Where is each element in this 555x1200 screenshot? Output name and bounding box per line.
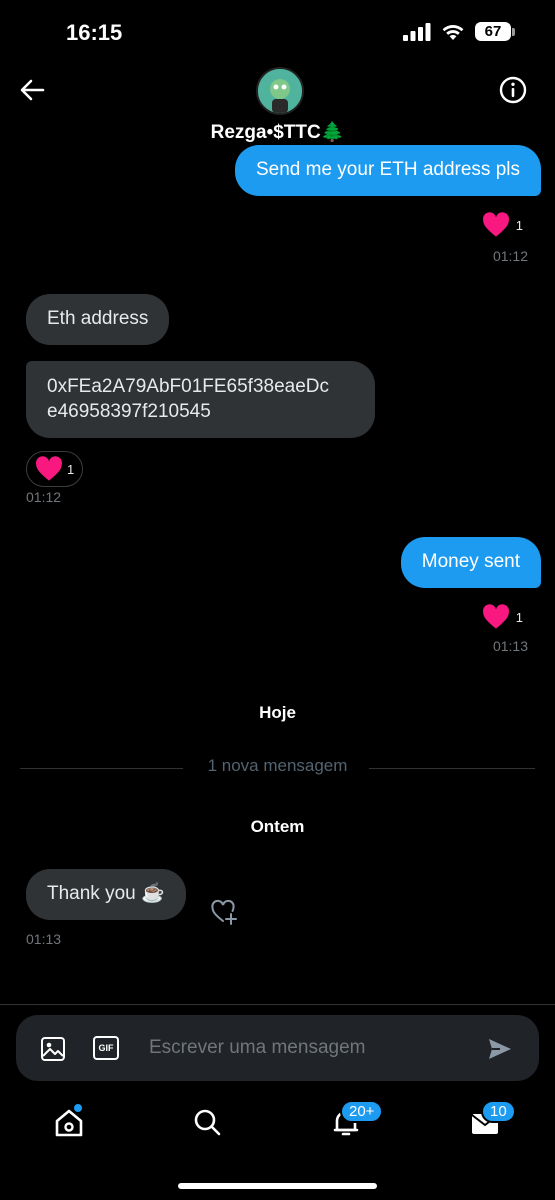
- conversation-title[interactable]: Rezga•$TTC🌲: [0, 120, 555, 144]
- heart-icon: [482, 212, 509, 237]
- message-text-line: e46958397f210545: [47, 400, 211, 422]
- tab-search[interactable]: [187, 1102, 227, 1142]
- status-icons: 67: [403, 22, 515, 41]
- add-reaction-icon[interactable]: [210, 898, 238, 926]
- reaction-count: 1: [515, 609, 523, 625]
- message-timestamp: 01:12: [492, 248, 528, 264]
- message-bubble-sent[interactable]: Send me your ETH address pls: [234, 145, 541, 196]
- gif-button[interactable]: GIF: [93, 1036, 119, 1060]
- tab-messages[interactable]: 10: [465, 1100, 516, 1142]
- reaction-count: 1: [515, 217, 523, 233]
- tab-notifications[interactable]: 20+: [326, 1100, 384, 1142]
- message-input[interactable]: Escrever uma mensagem: [149, 1015, 365, 1081]
- battery-tip: [512, 27, 515, 36]
- message-bubble-sent[interactable]: Money sent: [400, 537, 541, 588]
- back-arrow-icon[interactable]: [18, 76, 46, 104]
- heart-icon: [482, 604, 509, 629]
- avatar[interactable]: [256, 67, 304, 115]
- message-timestamp: 01:13: [26, 931, 62, 947]
- status-time: 16:15: [66, 20, 123, 45]
- search-icon: [194, 1109, 221, 1136]
- composer-area: GIF Escrever uma mensagem: [0, 1004, 555, 1091]
- battery-level: 67: [475, 22, 511, 41]
- tab-home[interactable]: [49, 1102, 89, 1142]
- heart-icon: [36, 456, 62, 481]
- gif-label: GIF: [98, 1043, 114, 1053]
- date-separator-today: Hoje: [259, 703, 296, 722]
- cellular-signal-icon: [403, 22, 431, 41]
- wifi-icon: [442, 24, 464, 40]
- message-composer: GIF Escrever uma mensagem: [16, 1015, 539, 1081]
- messages-badge: 10: [481, 1100, 516, 1123]
- message-text: Send me your ETH address pls: [255, 159, 520, 180]
- new-messages-label: 1 nova mensagem: [207, 756, 348, 775]
- home-indicator: [178, 1183, 377, 1189]
- divider-line: [369, 768, 535, 769]
- message-text: Eth address: [47, 308, 149, 329]
- message-text: Money sent: [421, 551, 520, 572]
- message-bubble-received[interactable]: Thank you ☕: [26, 869, 186, 920]
- message-text: Thank you ☕: [47, 883, 165, 904]
- message-timestamp: 01:12: [26, 489, 62, 505]
- avatar-image: [258, 69, 302, 113]
- message-timestamp: 01:13: [492, 638, 528, 654]
- send-icon[interactable]: [486, 1035, 514, 1063]
- image-icon[interactable]: [39, 1035, 67, 1063]
- message-reaction[interactable]: 1: [26, 451, 84, 487]
- notifications-badge: 20+: [340, 1100, 384, 1123]
- home-icon: [55, 1109, 83, 1137]
- message-reaction[interactable]: 1: [482, 212, 523, 238]
- conversation-header: Rezga•$TTC🌲: [0, 60, 555, 155]
- message-reaction[interactable]: 1: [482, 604, 523, 630]
- home-unread-dot: [74, 1104, 82, 1112]
- info-icon[interactable]: [499, 76, 527, 104]
- reaction-count: 1: [67, 461, 75, 477]
- new-messages-divider: 1 nova mensagem: [20, 756, 535, 780]
- status-bar: 16:15 67: [0, 0, 555, 66]
- bottom-tab-bar: 20+ 10: [0, 1090, 555, 1160]
- message-text-line: 0xFEa2A79AbF01FE65f38eaeDc: [47, 376, 330, 397]
- message-bubble-received[interactable]: Eth address: [26, 294, 170, 345]
- battery-indicator: 67: [475, 22, 515, 41]
- date-separator-yesterday: Ontem: [250, 817, 305, 836]
- message-bubble-received[interactable]: 0xFEa2A79AbF01FE65f38eaeDc e46958397f210…: [26, 361, 375, 439]
